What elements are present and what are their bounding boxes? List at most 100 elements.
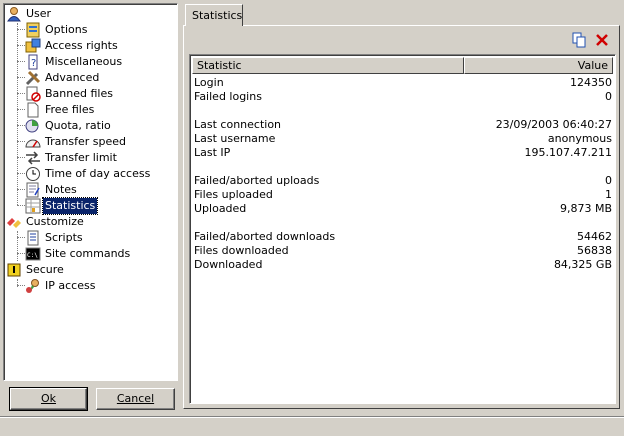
svg-text:?: ? [31, 58, 36, 69]
row-label: Login [194, 76, 224, 89]
tree-connector [17, 109, 25, 110]
row-value: 54462 [577, 230, 612, 243]
row-value: 0 [605, 90, 612, 103]
column-header-value-label: Value [577, 59, 608, 72]
statistics-list[interactable]: Statistic Value Login 124350 Failed login… [189, 54, 616, 404]
tree-item-free-files[interactable]: Free files [25, 102, 96, 118]
tree-connector [17, 141, 25, 142]
row-label: Uploaded [194, 202, 247, 215]
banned-files-icon [25, 86, 41, 102]
tree-item-banned-files[interactable]: Banned files [25, 86, 115, 102]
table-row[interactable]: Failed/aborted uploads 0 [194, 174, 612, 188]
scripts-icon [25, 230, 41, 246]
tree-item-access-rights[interactable]: Access rights [25, 38, 120, 54]
cancel-button-label: Cancel [116, 392, 155, 405]
tree-item-user[interactable]: User [6, 6, 53, 22]
tree-item-quota[interactable]: Quota, ratio [25, 118, 113, 134]
secure-icon [6, 262, 22, 278]
status-bar [0, 416, 624, 436]
tree-connector [17, 157, 25, 158]
row-label: Files downloaded [194, 244, 289, 257]
tree-item-transfer-limit[interactable]: Transfer limit [25, 150, 119, 166]
row-value: 23/09/2003 06:40:27 [495, 118, 612, 131]
table-row[interactable]: Login 124350 [194, 76, 612, 90]
tree-connector [17, 237, 25, 238]
table-row[interactable]: Last username anonymous [194, 132, 612, 146]
tree-connector [17, 285, 25, 286]
tree-item-time-of-day-access[interactable]: Time of day access [25, 166, 152, 182]
row-value: 124350 [570, 76, 612, 89]
tree-item-notes[interactable]: Notes [25, 182, 79, 198]
copy-icon[interactable] [571, 32, 587, 48]
tab-statistics-label: Statistics [192, 9, 243, 22]
row-label: Last username [194, 132, 276, 145]
tree-item-options[interactable]: Options [25, 22, 89, 38]
row-value: anonymous [547, 132, 612, 145]
row-value: 84,325 GB [553, 258, 612, 271]
row-value: 0 [605, 174, 612, 187]
tree-connector [17, 231, 18, 261]
tree-connector [17, 253, 25, 254]
tab-statistics[interactable]: Statistics [185, 4, 243, 26]
tree-item-transfer-speed[interactable]: Transfer speed [25, 134, 128, 150]
table-row[interactable]: Downloaded 84,325 GB [194, 258, 612, 272]
table-row[interactable]: Failed logins 0 [194, 90, 612, 104]
tree-item-statistics[interactable]: Statistics [25, 197, 99, 215]
speedometer-icon [25, 134, 41, 150]
tree-item-secure[interactable]: Secure [6, 262, 66, 278]
tree-connector [17, 77, 25, 78]
tree-connector [17, 29, 25, 30]
row-value: 195.107.47.211 [524, 146, 612, 159]
row-label: Downloaded [194, 258, 263, 271]
customize-icon [6, 214, 22, 230]
tree-item-site-commands[interactable]: C:\ Site commands [25, 246, 132, 262]
row-label: Last connection [194, 118, 282, 131]
free-files-icon [25, 102, 41, 118]
advanced-icon [25, 70, 41, 86]
settings-tree[interactable]: User Options Access rights ? Miscellaneou… [3, 3, 178, 381]
miscellaneous-icon: ? [25, 54, 41, 70]
tree-connector [17, 173, 25, 174]
row-value: 9,873 MB [559, 202, 612, 215]
tree-connector [17, 125, 25, 126]
user-icon [6, 6, 22, 22]
clock-icon [25, 166, 41, 182]
tree-item-ip-access[interactable]: IP access [25, 278, 97, 294]
tree-connector [17, 205, 25, 206]
column-header-statistic[interactable]: Statistic [192, 57, 464, 74]
table-row[interactable]: Last connection 23/09/2003 06:40:27 [194, 118, 612, 132]
tree-item-advanced[interactable]: Advanced [25, 70, 101, 86]
column-header-statistic-label: Statistic [197, 59, 242, 72]
quota-icon [25, 118, 41, 134]
column-header-value[interactable]: Value [464, 57, 613, 74]
tree-connector [17, 61, 25, 62]
cancel-button[interactable]: Cancel [96, 388, 175, 410]
row-label: Last IP [194, 146, 231, 159]
options-icon [25, 22, 41, 38]
tree-connector [17, 23, 18, 205]
ok-button[interactable]: Ok [9, 387, 88, 411]
tree-connector [17, 189, 25, 190]
svg-text:C:\: C:\ [27, 252, 38, 259]
tree-item-customize[interactable]: Customize [6, 214, 86, 230]
tree-item-scripts[interactable]: Scripts [25, 230, 85, 246]
table-row[interactable]: Failed/aborted downloads 54462 [194, 230, 612, 244]
access-rights-icon [25, 38, 41, 54]
transfer-limit-icon [25, 150, 41, 166]
statistics-icon [25, 198, 41, 214]
table-row[interactable]: Uploaded 9,873 MB [194, 202, 612, 216]
row-label: Failed logins [194, 90, 262, 103]
notes-icon [25, 182, 41, 198]
tree-item-miscellaneous[interactable]: ? Miscellaneous [25, 54, 124, 70]
row-value: 1 [605, 188, 612, 201]
row-label: Files uploaded [194, 188, 273, 201]
delete-icon[interactable] [594, 32, 610, 48]
table-row[interactable]: Files uploaded 1 [194, 188, 612, 202]
row-label: Failed/aborted downloads [194, 230, 336, 243]
ip-access-icon [25, 278, 41, 294]
table-row[interactable]: Last IP 195.107.47.211 [194, 146, 612, 160]
row-value: 56838 [577, 244, 612, 257]
table-row[interactable]: Files downloaded 56838 [194, 244, 612, 258]
command-prompt-icon: C:\ [25, 246, 41, 262]
row-label: Failed/aborted uploads [194, 174, 320, 187]
